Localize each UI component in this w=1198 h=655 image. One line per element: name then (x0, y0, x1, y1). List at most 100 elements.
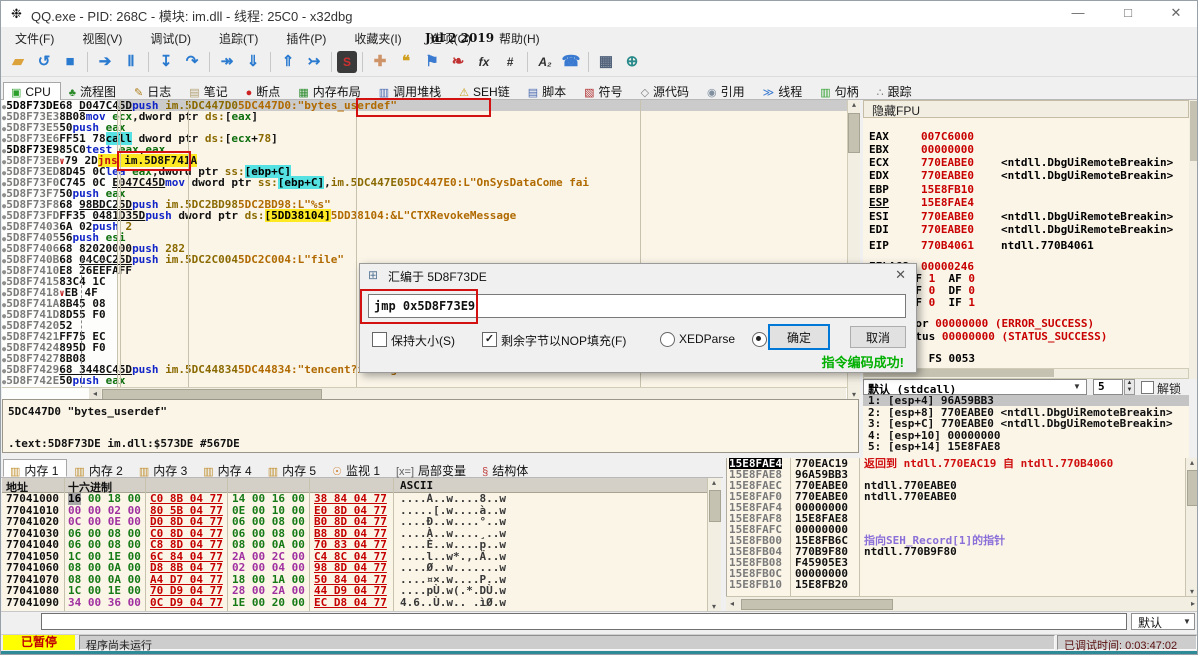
open-file-icon[interactable]: ▰ (6, 51, 30, 73)
scrollbar-thumb[interactable] (709, 490, 721, 522)
scroll-down-button[interactable]: ▾ (708, 602, 720, 611)
chevron-down-icon[interactable]: ▼ (1183, 617, 1191, 626)
tab-graph[interactable]: ♣ 流程图 (61, 80, 126, 99)
scrollbar-thumb[interactable] (1187, 470, 1197, 506)
cancel-button[interactable]: 取消 (850, 326, 906, 348)
tab-script[interactable]: ▤ 脚本 (520, 80, 576, 99)
menu-debug[interactable]: 调试(D) (136, 27, 205, 47)
step-over-icon[interactable]: ↷ (180, 51, 204, 73)
calling-convention-select[interactable]: 默认 (stdcall) (863, 379, 1087, 396)
dialog-title-bar[interactable]: ⊞ 汇编于 5D8F73DE ✕ (360, 264, 916, 288)
maximize-button[interactable]: □ (1113, 5, 1143, 20)
tab-call-stack[interactable]: ▥ 调用堆栈 (371, 80, 451, 99)
dump-row[interactable]: 77041090 34 00 36 00 0C D9 04 77 1E 00 20 0… (2, 596, 707, 609)
scroll-up-button[interactable]: ▴ (848, 100, 860, 109)
register-row[interactable]: EDI 770EABE0 <ntdll.DbgUiRemoteBreakin> (869, 224, 1173, 236)
xedparse-radio[interactable] (660, 332, 675, 347)
close-button[interactable]: ✕ (1161, 5, 1191, 21)
disasm-row[interactable]: ●5D8F74036A 02push 2 (2, 221, 847, 232)
disasm-row[interactable]: ●5D8F73F0C745 0C E047C45Dmov dword ptr s… (2, 176, 847, 189)
argument-count-stepper[interactable]: 5 (1093, 379, 1123, 395)
tab-log[interactable]: ✎ 日志 (126, 80, 181, 99)
tab-dump-4[interactable]: ▥ 内存 4 (196, 459, 260, 478)
nop-fill-checkbox[interactable]: ✓ (482, 332, 497, 347)
scroll-left-button[interactable]: ◂ (89, 388, 101, 399)
argument-row[interactable]: 4: [esp+10] 00000000 (863, 430, 1189, 441)
hide-fpu-button[interactable]: 隐藏FPU (863, 100, 1189, 118)
scroll-up-button[interactable]: ▴ (708, 478, 720, 487)
labels-icon[interactable]: ⚑ (420, 51, 444, 73)
menu-file[interactable]: 文件(F) (1, 27, 68, 47)
command-input[interactable] (41, 613, 1127, 630)
tab-struct[interactable]: § 结构体 (475, 459, 537, 478)
calculator-icon[interactable]: ▦ (594, 51, 618, 73)
argument-row[interactable]: 3: [esp+C] 770EABE0 <ntdll.DbgUiRemoteBr… (863, 418, 1189, 429)
tab-breakpoints[interactable]: ● 断点 (238, 80, 291, 99)
scrollbar-thumb[interactable] (741, 599, 893, 610)
argument-row[interactable]: 1: [esp+4] 96A59BB3 (863, 395, 1189, 406)
run-icon[interactable]: ➔ (93, 51, 117, 73)
register-row[interactable]: ESP 15E8FAE4 (869, 197, 974, 209)
tab-locals[interactable]: [x=] 局部变量 (389, 459, 475, 478)
scroll-down-button[interactable]: ▾ (848, 390, 860, 399)
register-row[interactable]: EBX 00000000 (869, 144, 974, 156)
register-row[interactable]: EAX 007C6000 (869, 131, 974, 143)
keep-size-checkbox[interactable] (372, 332, 387, 347)
hash-icon[interactable]: # (498, 51, 522, 73)
register-row[interactable]: ECX 770EABE0 <ntdll.DbgUiRemoteBreakin> (869, 157, 1173, 169)
tab-trace[interactable]: ∴ 跟踪 (869, 80, 922, 99)
scroll-left-button[interactable]: ◂ (726, 599, 738, 608)
stack-pane[interactable]: 15E8FAE4 770EAC19 返回到 ntdll.770EAC19 自 ntd… (726, 458, 1186, 596)
favourites-icon[interactable]: ⊕ (620, 51, 644, 73)
tab-watch-1[interactable]: ☉ 监视 1 (325, 459, 389, 478)
xedparse-label[interactable]: XEDParse (679, 332, 735, 346)
step-into-icon[interactable]: ↧ (154, 51, 178, 73)
functions-icon[interactable]: fx (472, 51, 496, 73)
tab-dump-5[interactable]: ▥ 内存 5 (261, 459, 325, 478)
argument-row[interactable]: 5: [esp+14] 15E8FAE8 (863, 441, 1189, 452)
patches-icon[interactable]: ✚ (368, 51, 392, 73)
comments-icon[interactable]: ❝ (394, 51, 418, 73)
bookmarks-icon[interactable]: ❧ (446, 51, 470, 73)
tab-source[interactable]: ◇ 源代码 (633, 80, 699, 99)
register-row[interactable]: EIP 770B4061 ntdll.770B4061 (869, 240, 1094, 252)
stop-icon[interactable]: ■ (58, 51, 82, 73)
register-row[interactable]: EDX 770EABE0 <ntdll.DbgUiRemoteBreakin> (869, 170, 1173, 182)
stepper-arrows[interactable]: ▲ ▼ (1124, 379, 1135, 395)
asmjit-radio[interactable] (752, 332, 767, 347)
menu-trace[interactable]: 追踪(T) (205, 27, 272, 47)
register-row[interactable]: EBP 15E8FB10 (869, 184, 974, 196)
unlock-checkbox[interactable] (1141, 381, 1154, 394)
tab-dump-3[interactable]: ▥ 内存 3 (132, 459, 196, 478)
strings-icon[interactable]: A₂ (533, 51, 557, 73)
pause-icon[interactable]: Ⅱ (119, 51, 143, 73)
tab-cpu[interactable]: ▣ CPU (3, 82, 61, 101)
keep-size-label[interactable]: 保持大小(S) (391, 332, 455, 349)
menu-help[interactable]: 帮助(H) (485, 27, 554, 47)
arguments-pane[interactable]: 1: [esp+4] 96A59BB3 2: [esp+8] 770EABE0 <… (863, 395, 1189, 458)
dump-pane[interactable]: 77041000 16 00 18 00 C0 8B 04 77 14 00 16 0… (2, 493, 707, 611)
scylla-plugin-icon[interactable]: S (337, 51, 357, 73)
minimize-button[interactable]: — (1063, 5, 1093, 20)
chevron-down-icon[interactable]: ▼ (1073, 382, 1081, 391)
tab-handles[interactable]: ▥ 句柄 (812, 80, 868, 99)
menu-favourites[interactable]: 收藏夹(I) (340, 27, 415, 47)
scroll-up-button[interactable]: ▴ (1186, 458, 1197, 467)
menu-plugins[interactable]: 插件(P) (272, 27, 340, 47)
tab-symbols[interactable]: ▧ 符号 (576, 80, 632, 99)
execute-till-return-icon[interactable]: ↠ (215, 51, 239, 73)
argument-row[interactable]: 2: [esp+8] 770EABE0 <ntdll.DbgUiRemoteBr… (863, 407, 1189, 418)
scrollbar-thumb[interactable] (848, 113, 860, 153)
tab-notes[interactable]: ▤ 笔记 (181, 80, 237, 99)
scroll-right-button[interactable]: ▸ (1187, 599, 1197, 608)
tab-dump-2[interactable]: ▥ 内存 2 (67, 459, 131, 478)
tab-references[interactable]: ◉ 引用 (699, 80, 755, 99)
ok-button[interactable]: 确定 (768, 324, 830, 350)
disasm-row[interactable]: ●5D8F742E50push eax (2, 375, 847, 386)
menu-view[interactable]: 视图(V) (68, 27, 136, 47)
scroll-down-button[interactable]: ▾ (1186, 587, 1197, 596)
run-to-cursor-icon[interactable]: ↣ (302, 51, 326, 73)
tab-seh[interactable]: ⚠ SEH链 (451, 80, 520, 99)
register-row[interactable]: ESI 770EABE0 <ntdll.DbgUiRemoteBreakin> (869, 211, 1173, 223)
step-out-icon[interactable]: ⇑ (276, 51, 300, 73)
